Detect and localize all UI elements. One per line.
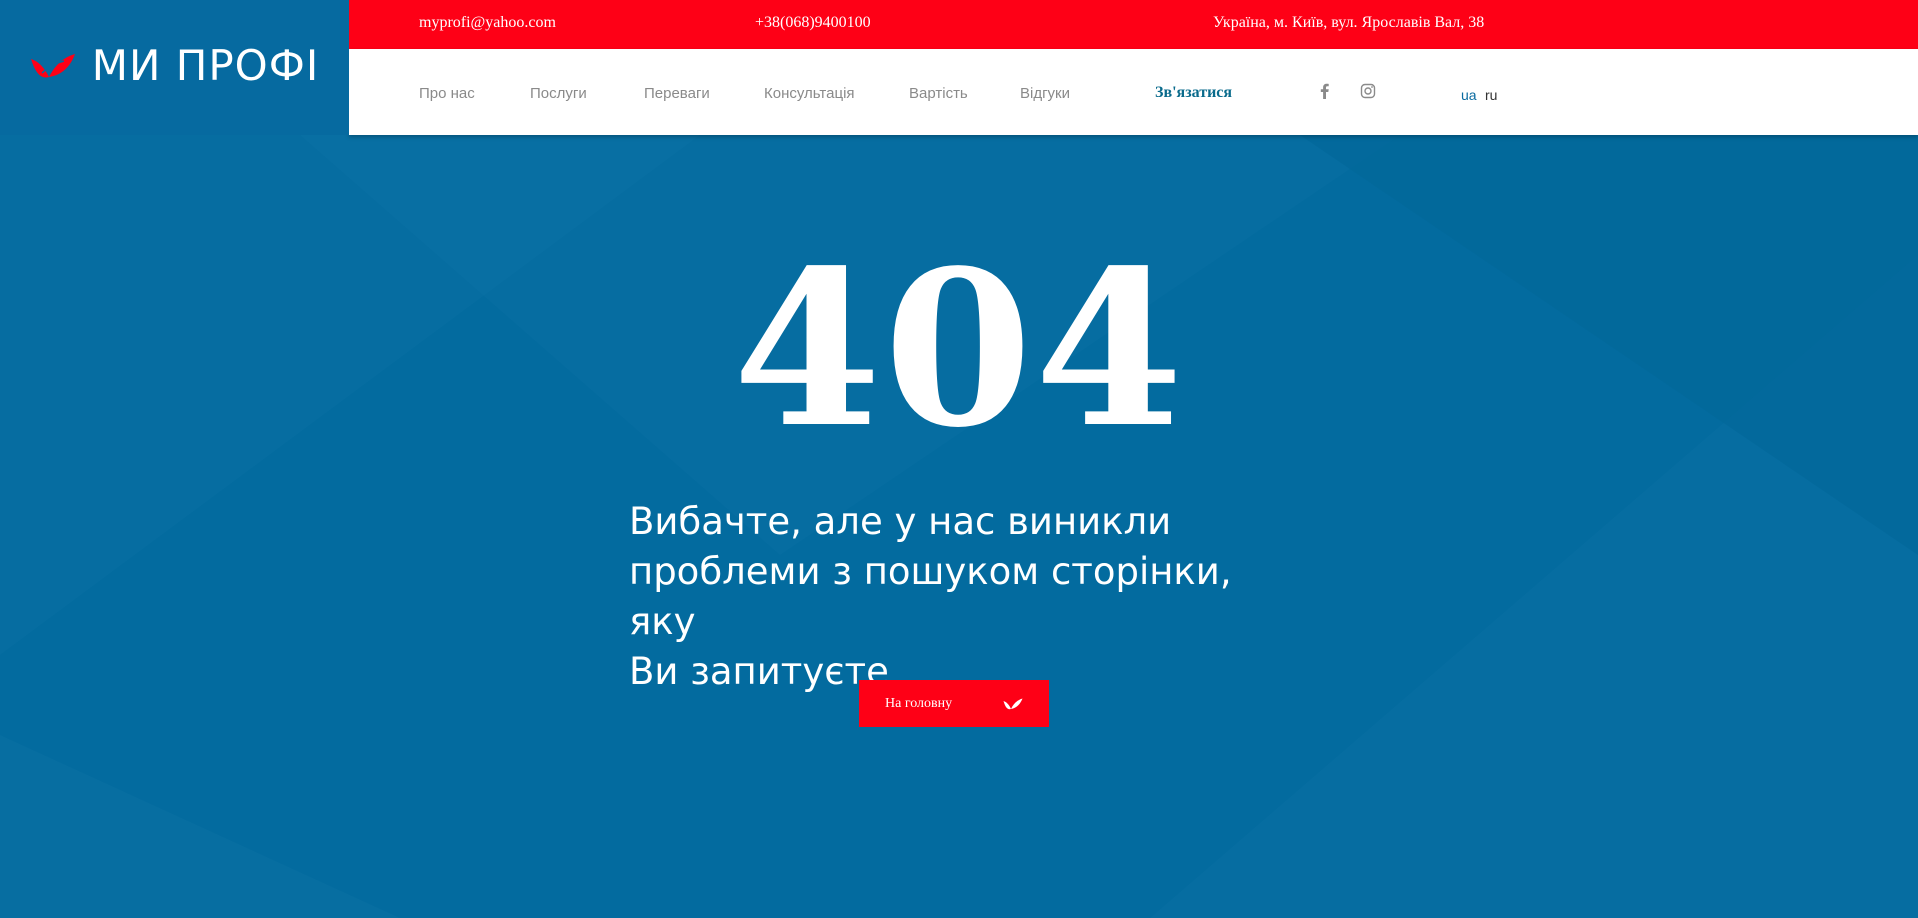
error-message-line: Вибачте, але у нас виникли <box>629 500 1172 543</box>
contact-bar: myprofi@yahoo.com +38(068)9400100 Україн… <box>349 0 1918 49</box>
error-code: 404 <box>732 224 1186 475</box>
main-nav: Про нас Послуги Переваги Консультація Ва… <box>349 49 1918 135</box>
lang-ru[interactable]: ru <box>1485 87 1497 103</box>
nav-item-pricing[interactable]: Вартість <box>909 85 968 102</box>
nav-item-advantages[interactable]: Переваги <box>644 85 710 102</box>
nav-item-about[interactable]: Про нас <box>419 85 475 102</box>
home-button-label: На головну <box>885 695 953 711</box>
error-message: Вибачте, але у нас виникли проблеми з по… <box>629 497 1289 697</box>
brand-wing-icon <box>1003 698 1023 709</box>
facebook-icon[interactable] <box>1317 83 1333 99</box>
instagram-icon[interactable] <box>1360 83 1376 99</box>
contact-link[interactable]: Зв'язатися <box>1155 84 1232 102</box>
nav-item-reviews[interactable]: Відгуки <box>1020 85 1070 102</box>
brand-wing-icon <box>30 53 75 77</box>
nav-item-consultation[interactable]: Консультація <box>764 85 855 102</box>
lang-ua[interactable]: ua <box>1461 87 1477 103</box>
home-button[interactable]: На головну <box>859 680 1049 727</box>
nav-item-services[interactable]: Послуги <box>530 85 587 102</box>
error-hero: 404 Вибачте, але у нас виникли проблеми … <box>0 135 1918 918</box>
contact-phone[interactable]: +38(068)9400100 <box>755 14 871 32</box>
brand-name: МИ ПРОФІ <box>91 40 320 90</box>
contact-address: Україна, м. Київ, вул. Ярославів Вал, 38 <box>1213 14 1485 31</box>
logo[interactable]: МИ ПРОФІ <box>0 0 349 135</box>
contact-email[interactable]: myprofi@yahoo.com <box>419 14 556 32</box>
error-message-line: проблеми з пошуком сторінки, яку <box>629 550 1232 643</box>
